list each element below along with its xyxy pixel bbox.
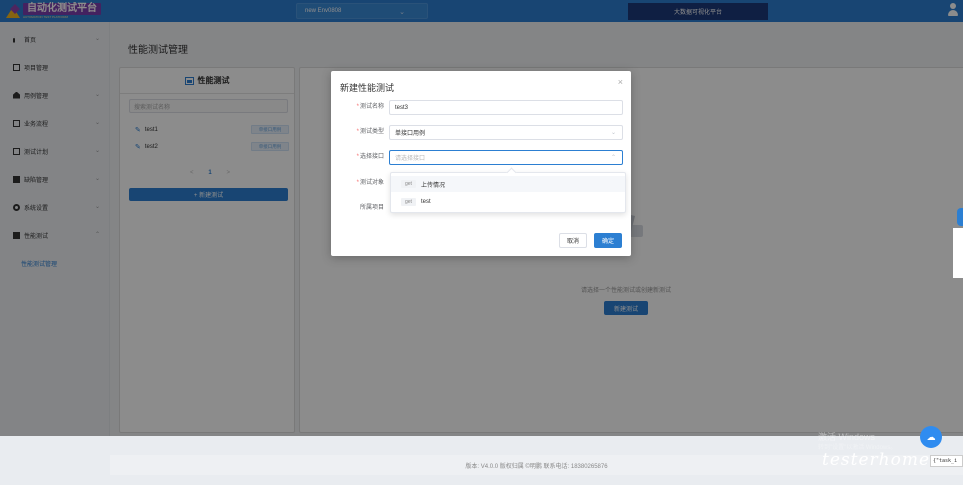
test-type-label: *测试类型 — [356, 129, 384, 135]
http-method-badge: get — [401, 198, 416, 206]
test-name-label: *测试名称 — [356, 104, 384, 110]
new-performance-test-dialog: 新建性能测试 × *测试名称 test3 *测试类型 单接口用例 ⌄ *选择接口… — [331, 71, 631, 256]
test-target-label: *测试对象 — [356, 180, 384, 186]
api-option[interactable]: get 上传情况 — [391, 176, 625, 192]
api-option-name: 上传情况 — [420, 182, 445, 189]
api-option-name: test — [420, 199, 431, 205]
cloud-icon[interactable]: ☁ — [920, 426, 942, 448]
chevron-up-icon: ⌃ — [610, 155, 616, 161]
side-drawer-tab[interactable] — [957, 208, 963, 226]
json-snippet: {"task_i — [930, 455, 963, 467]
project-label: 所属项目 — [359, 205, 384, 211]
api-dropdown: get 上传情况 get test — [390, 172, 626, 213]
confirm-button[interactable]: 确定 — [594, 233, 622, 248]
side-drawer-edge — [953, 228, 963, 278]
test-type-select[interactable]: 单接口用例 ⌄ — [389, 125, 623, 140]
api-select[interactable]: 请选择接口 ⌃ — [389, 150, 623, 165]
cancel-button[interactable]: 取消 — [559, 233, 587, 248]
test-name-input[interactable]: test3 — [389, 100, 623, 115]
api-option[interactable]: get test — [391, 194, 625, 210]
test-type-value: 单接口用例 — [395, 131, 426, 137]
close-icon[interactable]: × — [618, 77, 623, 87]
http-method-badge: get — [401, 180, 416, 188]
api-select-label: *选择接口 — [356, 154, 384, 160]
chevron-down-icon: ⌄ — [610, 130, 616, 136]
api-select-placeholder: 请选择接口 — [395, 156, 426, 162]
dialog-title: 新建性能测试 — [340, 83, 395, 93]
